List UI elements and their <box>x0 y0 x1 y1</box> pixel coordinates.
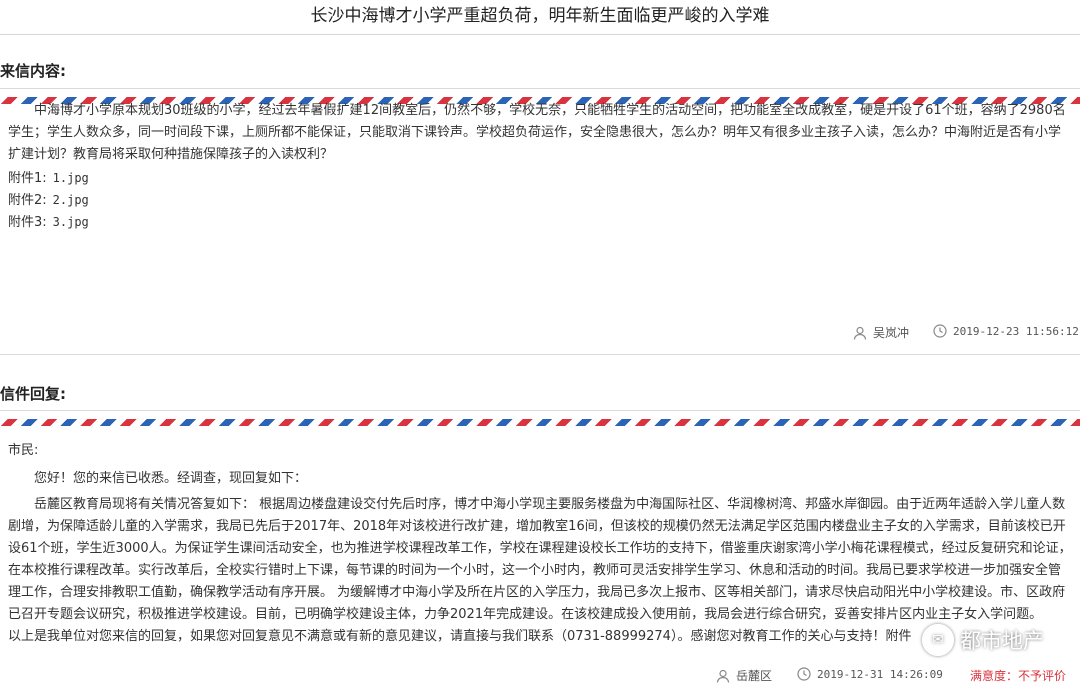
attachment-label: 附件1: <box>8 171 47 186</box>
attachment-item: 附件1: 1.jpg <box>8 167 89 190</box>
clock-icon <box>797 667 811 681</box>
reply-section-label: 信件回复: <box>0 385 66 403</box>
author-name: 岳麓区 <box>736 669 773 683</box>
reply-closing: 以上是我单位对您来信的回复，如果您对回复意见不满意或有新的意见建议，请直接与我们… <box>8 629 912 644</box>
watermark-text: 都市地产 <box>960 629 1044 653</box>
divider <box>0 88 1080 89</box>
author-name: 吴岚冲 <box>873 326 910 340</box>
attachment-label: 附件2: <box>8 193 47 208</box>
attachment-link[interactable]: 3.jpg <box>53 215 89 229</box>
incoming-datetime: 2019-12-23 11:56:12 <box>933 324 1079 338</box>
wechat-icon: ✉ <box>922 624 954 656</box>
datetime-text: 2019-12-31 14:26:09 <box>817 667 943 681</box>
reply-salutation: 市民: <box>8 443 39 458</box>
attachment-item: 附件3: 3.jpg <box>8 211 89 234</box>
divider <box>0 410 1080 411</box>
incoming-author: 吴岚冲 <box>853 324 909 341</box>
reply-greeting: 您好！您的来信已收悉。经调查，现回复如下： <box>34 471 308 486</box>
user-icon <box>716 669 730 683</box>
reply-text: 岳麓区教育局现将有关情况答复如下： 根据周边楼盘建设交付先后时序，博才中海小学现… <box>8 497 1072 622</box>
attachment-link[interactable]: 2.jpg <box>53 193 89 207</box>
user-icon <box>853 326 867 340</box>
divider <box>0 354 1080 355</box>
attachment-item: 附件2: 2.jpg <box>8 189 89 212</box>
reply-body: 市民: 您好！您的来信已收悉。经调查，现回复如下： 岳麓区教育局现将有关情况答复… <box>8 440 1072 648</box>
reply-datetime: 2019-12-31 14:26:09 <box>797 667 943 681</box>
clock-icon <box>933 324 947 338</box>
page-title: 长沙中海博才小学严重超负荷，明年新生面临更严峻的入学难 <box>0 0 1080 35</box>
watermark: ✉ 都市地产 <box>922 624 1044 656</box>
datetime-text: 2019-12-23 11:56:12 <box>953 324 1079 338</box>
incoming-letter-body: 中海博才小学原本规划30班级的小学，经过去年暑假扩建12间教室后，仍然不够，学校… <box>8 100 1072 166</box>
incoming-text: 中海博才小学原本规划30班级的小学，经过去年暑假扩建12间教室后，仍然不够，学校… <box>8 103 1066 162</box>
attachment-label: 附件3: <box>8 215 47 230</box>
satisfaction-rating: 满意度：不予评价 <box>970 669 1067 683</box>
reply-author: 岳麓区 <box>716 667 772 684</box>
attachment-link[interactable]: 1.jpg <box>53 171 89 185</box>
airmail-stripe <box>0 419 1080 426</box>
incoming-section-label: 来信内容: <box>0 62 66 80</box>
